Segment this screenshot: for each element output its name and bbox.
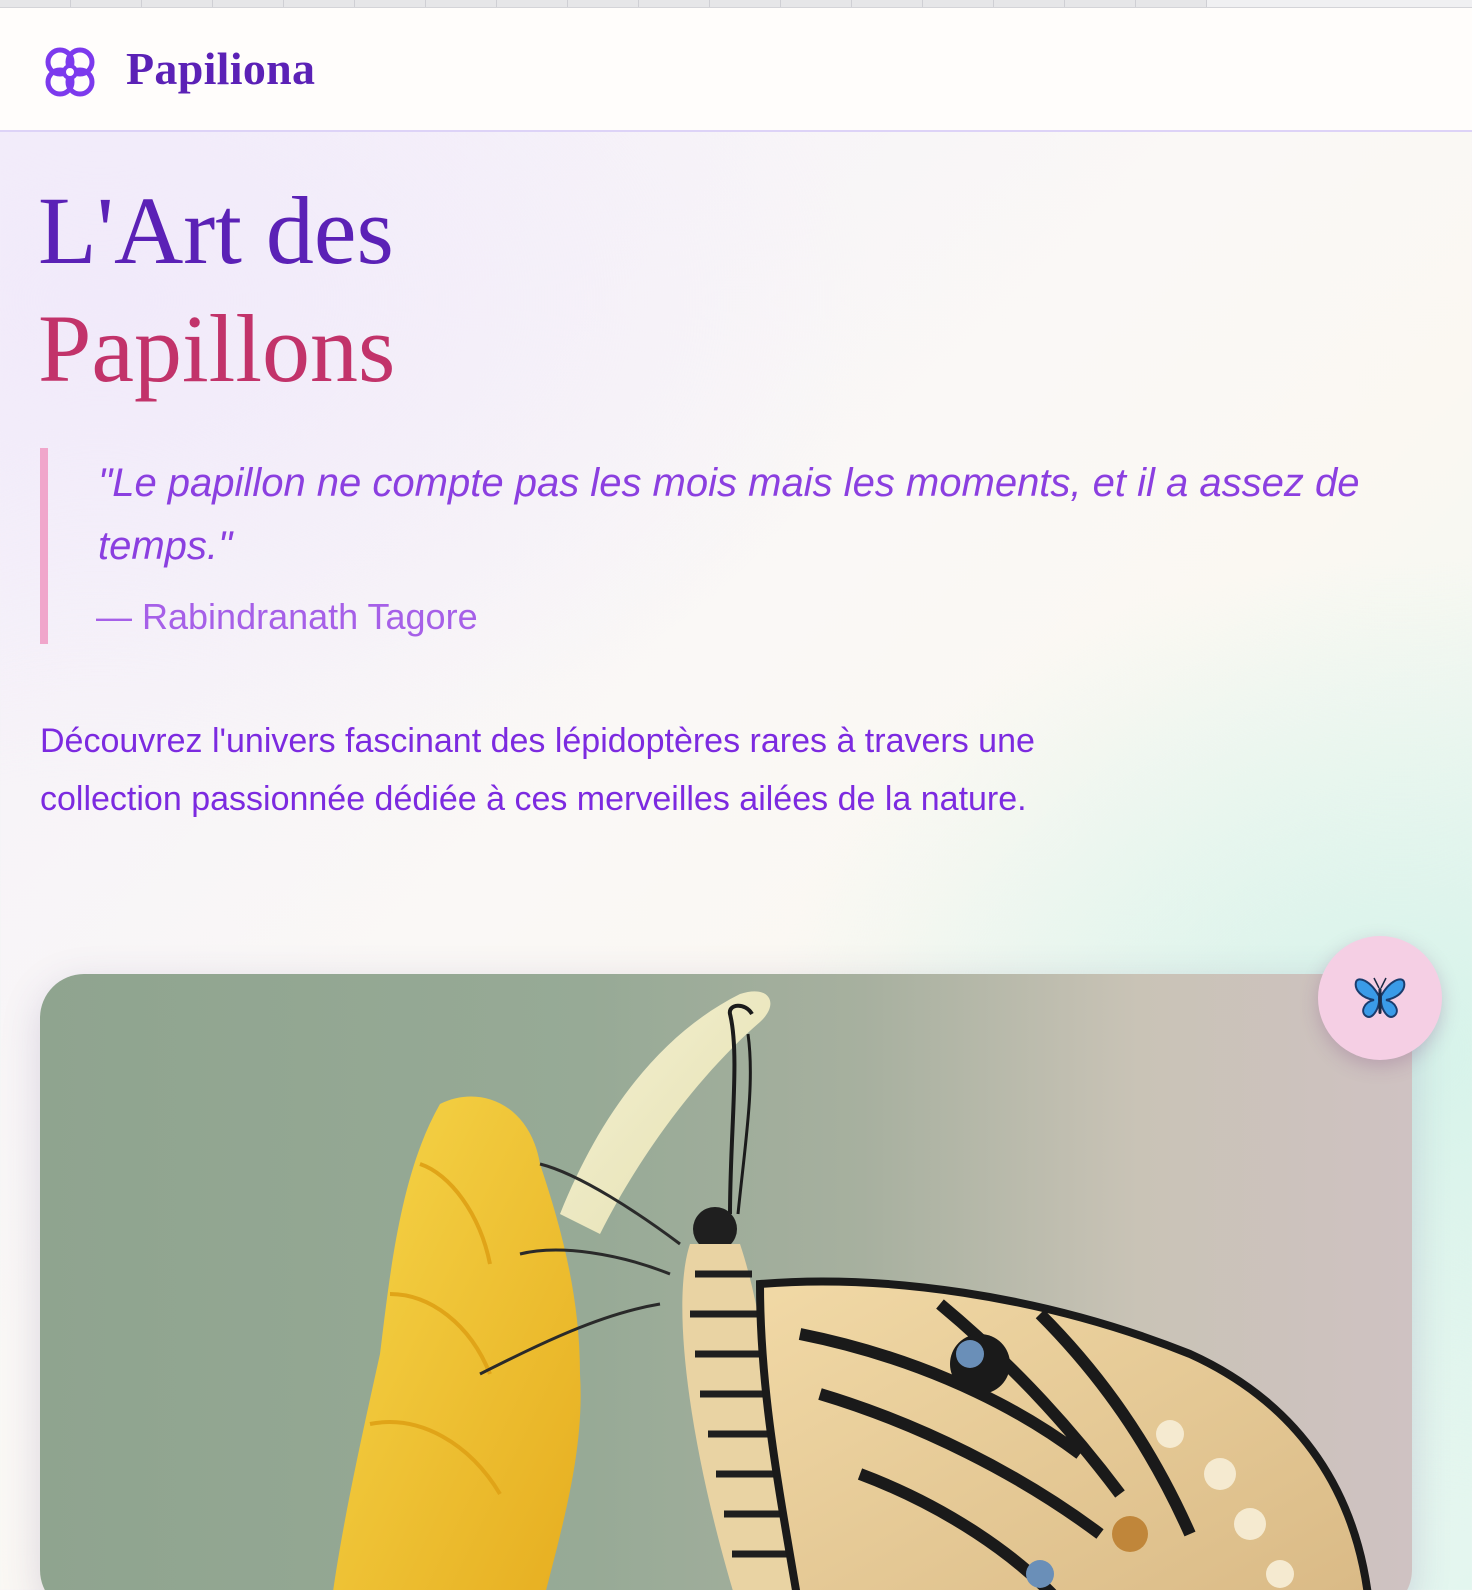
flower-icon[interactable] xyxy=(40,42,100,102)
quote-author: — Rabindranath Tagore xyxy=(96,596,478,637)
hero-title-line1: L'Art des xyxy=(38,177,394,284)
quote-block: "Le papillon ne compte pas les mois mais… xyxy=(40,448,1370,644)
butterfly-fab-button[interactable] xyxy=(1318,936,1442,1060)
butterfly-icon xyxy=(1354,977,1406,1018)
butterfly-photo xyxy=(40,974,1412,1590)
butterfly-illustration xyxy=(333,991,1372,1590)
top-navigation-bar: Papiliona xyxy=(0,8,1472,132)
intro-paragraph: Découvrez l'univers fascinant des lépido… xyxy=(40,722,1035,818)
quote-text: "Le papillon ne compte pas les mois mais… xyxy=(98,461,1360,568)
brand-name[interactable]: Papiliona xyxy=(126,42,315,95)
hero-title-line2: Papillons xyxy=(38,295,396,402)
browser-tab-strip xyxy=(0,0,1472,8)
hero-title: L'Art des Papillons xyxy=(38,172,395,408)
